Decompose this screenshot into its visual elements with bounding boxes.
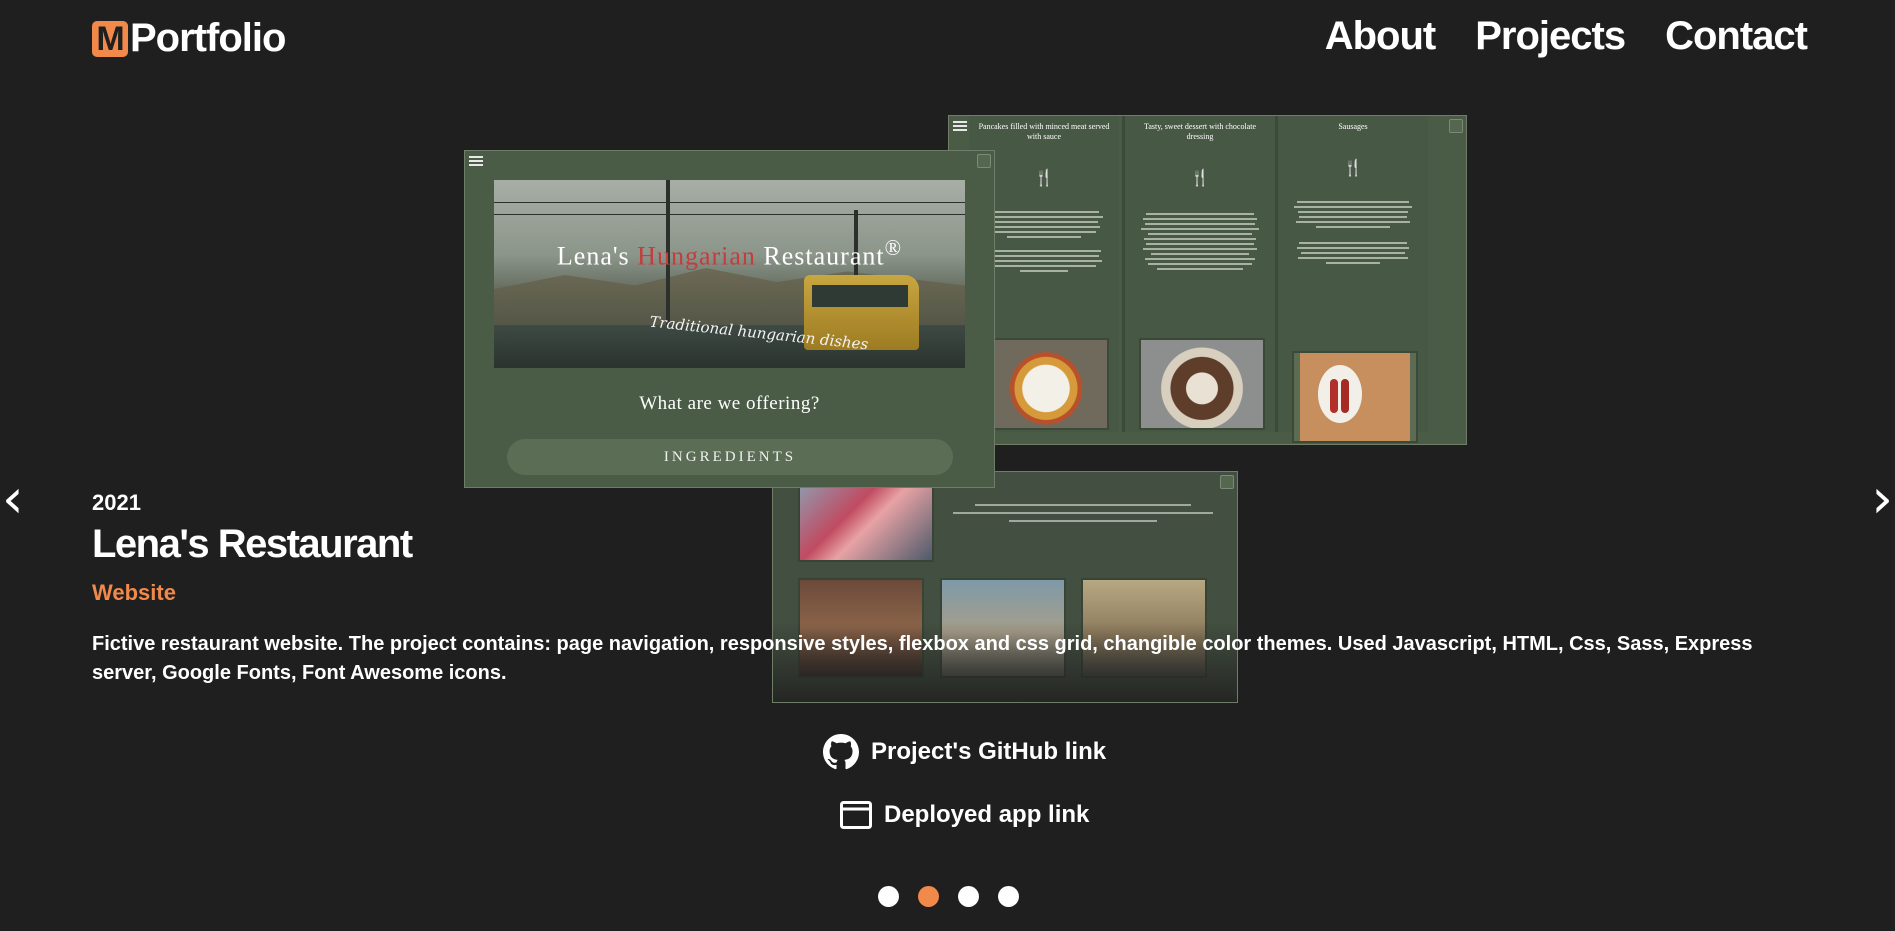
deployed-app-link[interactable]: Deployed app link (840, 801, 1089, 829)
dish-photo (1292, 351, 1418, 443)
dish-photo (1139, 338, 1265, 430)
nav-projects[interactable]: Projects (1475, 14, 1626, 59)
theme-toggle-icon (1220, 475, 1234, 489)
utensils-icon: 🍴 (1343, 160, 1363, 177)
project-screenshot-main: Lena's Hungarian Restaurant® Traditional… (464, 150, 995, 488)
github-link[interactable]: Project's GitHub link (823, 734, 1106, 770)
dish-description (1139, 210, 1261, 338)
offer-heading: What are we offering? (639, 393, 820, 414)
github-icon (823, 734, 859, 770)
logo-text: Portfolio (130, 16, 286, 60)
carousel-dot[interactable] (998, 886, 1019, 907)
project-year: 2021 (92, 490, 141, 515)
project-screenshot-menu: Pancakes filled with minced meat served … (948, 115, 1467, 445)
locations-intro-text (948, 498, 1218, 538)
dish-description (983, 208, 1105, 336)
carousel-dot-active[interactable] (918, 886, 939, 907)
carousel-dots (878, 886, 1019, 907)
menu-card: Tasty, sweet dessert with chocolate dres… (1122, 116, 1275, 432)
utensils-icon: 🍴 (1190, 170, 1210, 187)
app-link-label: Deployed app link (884, 801, 1090, 828)
github-link-label: Project's GitHub link (871, 738, 1107, 765)
menu-card: Sausages 🍴 (1275, 116, 1428, 443)
hero-image: Lena's Hungarian Restaurant® Traditional… (494, 180, 965, 368)
dish-title: Pancakes filled with minced meat served … (978, 122, 1110, 141)
nav-about[interactable]: About (1325, 14, 1437, 59)
logo[interactable]: M Portfolio (92, 16, 286, 61)
theme-toggle-icon (977, 154, 991, 168)
browser-window-icon (840, 801, 872, 829)
hamburger-icon (469, 154, 483, 168)
hamburger-icon (953, 119, 967, 133)
project-description: Fictive restaurant website. The project … (92, 633, 1753, 684)
main-nav: About Projects Contact (1325, 14, 1808, 59)
logo-mark: M (92, 20, 128, 57)
previous-slide-button[interactable]: ‹ (2, 472, 24, 526)
nav-contact[interactable]: Contact (1665, 14, 1808, 59)
dish-photo (983, 338, 1109, 430)
next-slide-button[interactable]: › (1871, 472, 1893, 526)
dish-title: Sausages (1338, 122, 1368, 131)
dish-title: Tasty, sweet dessert with chocolate dres… (1144, 122, 1256, 141)
carousel-dot[interactable] (958, 886, 979, 907)
project-title: Lena's Restaurant (92, 522, 413, 566)
ingredients-button: INGREDIENTS (507, 439, 953, 475)
carousel-dot[interactable] (878, 886, 899, 907)
project-type: Website (92, 580, 176, 605)
restaurant-title: Lena's Hungarian Restaurant® (556, 236, 903, 271)
portfolio-page: M Portfolio About Projects Contact Panca… (0, 0, 1895, 931)
dish-description (1292, 198, 1414, 326)
theme-toggle-icon (1449, 119, 1463, 133)
